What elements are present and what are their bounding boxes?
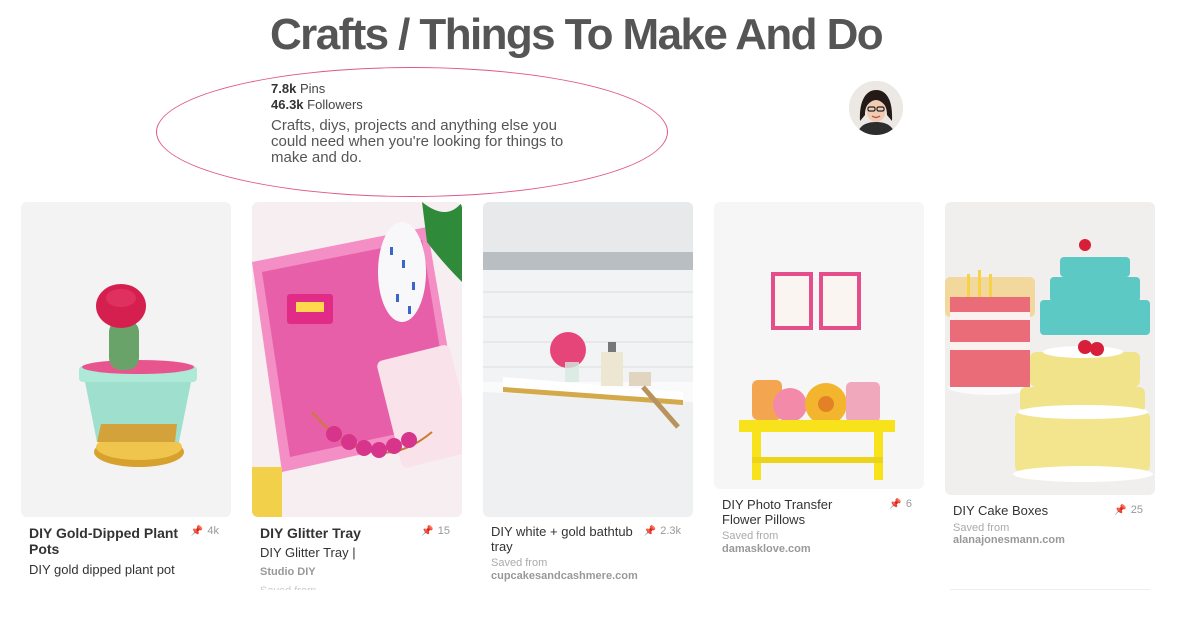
pin-title[interactable]: DIY white + gold bathtub tray xyxy=(491,524,641,554)
pin-image[interactable] xyxy=(21,202,231,517)
pin-title[interactable]: DIY Gold-Dipped Plant Pots xyxy=(29,525,179,557)
repin-count[interactable]: 📌 6 xyxy=(889,498,912,510)
pin-source-link[interactable]: damasklove.com xyxy=(722,543,811,556)
pin-icon: 📌 xyxy=(1114,505,1127,516)
followers-label: Followers xyxy=(307,97,363,112)
saved-from-label: Saved from xyxy=(491,557,548,569)
pin-icon: 📌 xyxy=(643,526,657,537)
followers-count-link[interactable]: 46.3k Followers xyxy=(271,97,363,113)
pins-count: 7.8k xyxy=(271,81,297,96)
repin-count[interactable]: 📌 4k xyxy=(191,525,219,537)
pin-icon: 📌 xyxy=(190,526,204,537)
board-stats: 7.8k Pins 46.3k Followers xyxy=(271,81,363,113)
pin-description: DIY Glitter Tray | xyxy=(260,545,356,560)
repin-count-value: 6 xyxy=(905,498,912,510)
pins-count-link[interactable]: 7.8k Pins xyxy=(271,81,363,97)
pin-title[interactable]: DIY Glitter Tray xyxy=(260,525,410,541)
repin-count[interactable]: 📌 2.3k xyxy=(644,525,681,537)
pin-board-name[interactable]: Studio DIY xyxy=(260,566,316,578)
repin-count[interactable]: 📌 25 xyxy=(1114,504,1143,516)
pins-label: Pins xyxy=(299,81,326,96)
pin-icon: 📌 xyxy=(421,526,434,537)
pin-image[interactable] xyxy=(252,202,462,517)
board-description: Crafts, diys, projects and anything else… xyxy=(271,117,564,166)
pin-image[interactable] xyxy=(945,202,1155,495)
avatar[interactable] xyxy=(849,81,903,135)
repin-count-value: 2.3k xyxy=(660,525,681,537)
pin-title[interactable]: DIY Cake Boxes xyxy=(953,503,1103,518)
pin-source-link[interactable]: cupcakesandcashmere.com xyxy=(491,570,638,583)
pin-image[interactable] xyxy=(483,202,693,517)
followers-count: 46.3k xyxy=(271,97,304,112)
repin-count-value: 15 xyxy=(437,525,450,537)
pin-icon: 📌 xyxy=(889,499,902,510)
repin-count[interactable]: 📌 15 xyxy=(421,525,450,537)
pin-source-link[interactable]: alanajonesmann.com xyxy=(953,534,1065,547)
pin-image[interactable] xyxy=(714,202,924,489)
repin-count-value: 25 xyxy=(1130,504,1143,516)
pin-description: DIY gold dipped plant pot xyxy=(29,562,175,577)
saved-from-label: Saved from xyxy=(260,585,316,590)
saved-from-label: Saved from xyxy=(722,530,779,542)
board-title: Crafts / Things To Make And Do xyxy=(270,10,884,59)
pin-title[interactable]: DIY Photo Transfer Flower Pillows xyxy=(722,497,872,527)
repin-count-value: 4k xyxy=(207,525,219,537)
divider xyxy=(950,589,1150,590)
